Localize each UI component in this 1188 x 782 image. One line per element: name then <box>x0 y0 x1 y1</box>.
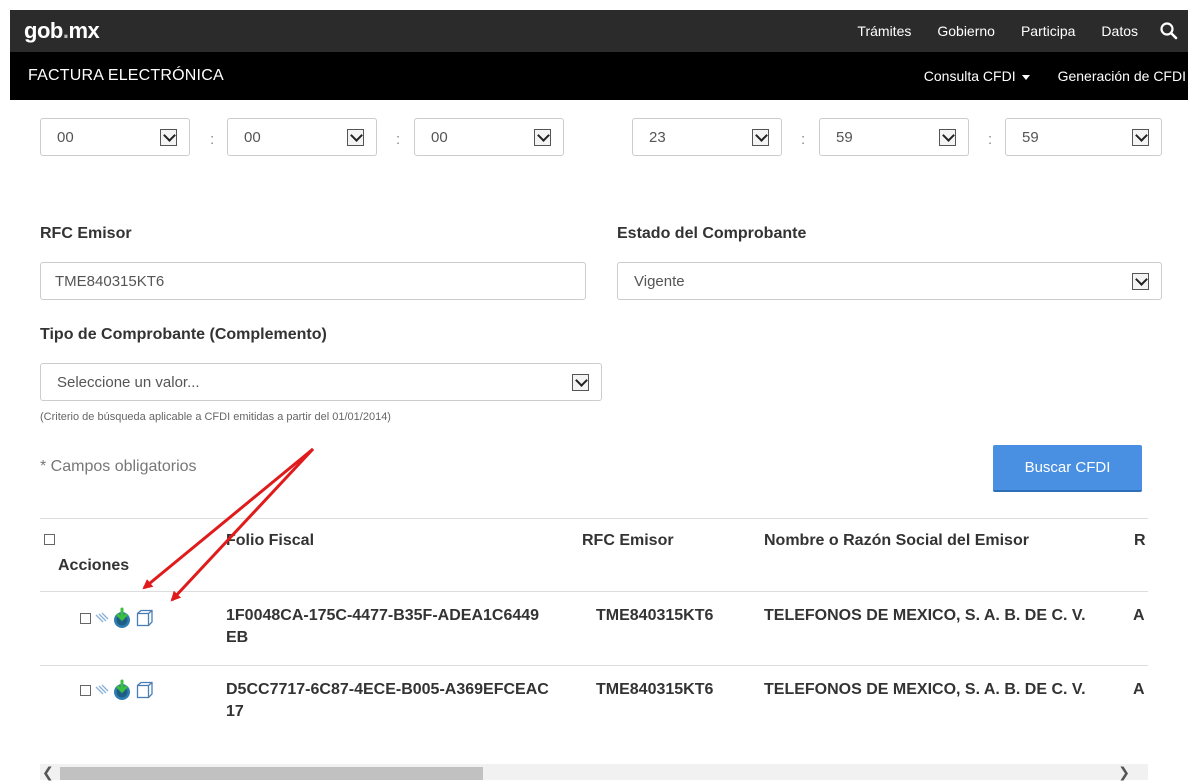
horizontal-scrollbar[interactable]: ❮ ❯ <box>40 764 1148 780</box>
nombre-emisor-cell: TELEFONOS DE MEXICO, S. A. B. DE C. V. <box>764 607 1086 624</box>
required-fields-note: * Campos obligatorios <box>40 458 197 475</box>
view-icon[interactable] <box>94 682 110 698</box>
sub-navbar: FACTURA ELECTRÓNICA Consulta CFDI Genera… <box>10 52 1188 100</box>
top-nav: Trámites Gobierno Participa Datos <box>857 10 1188 52</box>
folio-line-2: EB <box>226 629 249 646</box>
start-hour-select[interactable]: 00 <box>40 118 190 156</box>
folio-line-2: 17 <box>226 703 244 720</box>
gobmx-logo[interactable]: gob.mx <box>24 18 100 44</box>
tipo-comprobante-placeholder: Seleccione un valor... <box>57 374 200 391</box>
start-minute-select[interactable]: 00 <box>227 118 377 156</box>
end-hour-value: 23 <box>649 129 666 146</box>
search-icon[interactable] <box>1156 18 1182 44</box>
nombre-emisor-cell: TELEFONOS DE MEXICO, S. A. B. DE C. V. <box>764 681 1086 698</box>
start-second-select[interactable]: 00 <box>414 118 564 156</box>
next-column-cell: A <box>1133 681 1145 698</box>
arrow-right-icon[interactable]: ❯ <box>1118 764 1130 781</box>
chevron-down-icon <box>347 129 364 146</box>
tipo-comprobante-label: Tipo de Comprobante (Complemento) <box>40 326 327 343</box>
chevron-down-icon <box>572 374 589 391</box>
arrow-left-icon[interactable]: ❮ <box>42 764 54 781</box>
time-separator: : <box>210 131 215 148</box>
nav-datos[interactable]: Datos <box>1101 23 1138 39</box>
search-criteria-hint: (Criterio de búsqueda aplicable a CFDI e… <box>40 411 391 423</box>
chevron-down-icon <box>534 129 551 146</box>
rfc-emisor-input[interactable]: TME840315KT6 <box>40 262 586 300</box>
header-next-column: R <box>1134 532 1146 549</box>
rfc-emisor-cell: TME840315KT6 <box>596 681 714 698</box>
top-navbar: gob.mx Trámites Gobierno Participa Datos <box>10 10 1188 52</box>
sub-nav: Consulta CFDI Generación de CFDI <box>896 52 1188 100</box>
select-all-checkbox[interactable] <box>44 534 55 545</box>
time-separator: : <box>801 131 806 148</box>
folio-line-1: 1F0048CA-175C-4477-B35F-ADEA1C6449 <box>226 607 540 624</box>
chevron-down-icon <box>752 129 769 146</box>
generacion-cfdi-link[interactable]: Generación de CFDI <box>1058 68 1186 84</box>
chevron-down-icon <box>939 129 956 146</box>
start-minute-value: 00 <box>244 129 261 146</box>
folio-line-1: D5CC7717-6C87-4ECE-B005-A369EFCEAC <box>226 681 549 698</box>
folio-fiscal-cell[interactable]: 1F0048CA-175C-4477-B35F-ADEA1C6449 EB <box>226 605 539 649</box>
chevron-down-icon <box>1132 129 1149 146</box>
nav-participa[interactable]: Participa <box>1021 23 1075 39</box>
time-separator: : <box>988 131 993 148</box>
folio-fiscal-cell[interactable]: D5CC7717-6C87-4ECE-B005-A369EFCEAC 17 <box>226 679 549 723</box>
start-second-value: 00 <box>431 129 448 146</box>
chevron-down-icon <box>1132 273 1149 290</box>
estado-comprobante-select[interactable]: Vigente <box>617 262 1162 300</box>
rfc-emisor-label: RFC Emisor <box>40 225 132 242</box>
nav-gobierno[interactable]: Gobierno <box>937 23 995 39</box>
buscar-cfdi-button[interactable]: Buscar CFDI <box>993 445 1142 492</box>
row-checkbox[interactable] <box>80 684 91 696</box>
table-top-divider <box>40 518 1148 519</box>
end-second-select[interactable]: 59 <box>1005 118 1162 156</box>
chevron-down-icon <box>160 129 177 146</box>
logo-text-mx: mx <box>68 18 100 43</box>
caret-down-icon <box>1021 74 1030 80</box>
header-nombre-emisor: Nombre o Razón Social del Emisor <box>764 532 1029 549</box>
time-separator: : <box>396 131 401 148</box>
section-title: FACTURA ELECTRÓNICA <box>28 67 224 84</box>
end-second-value: 59 <box>1022 129 1039 146</box>
row-actions <box>80 679 155 701</box>
logo-text-gob: gob <box>24 18 63 43</box>
row-divider <box>40 665 1148 666</box>
end-minute-select[interactable]: 59 <box>819 118 969 156</box>
consulta-cfdi-menu[interactable]: Consulta CFDI <box>924 68 1030 84</box>
end-minute-value: 59 <box>836 129 853 146</box>
start-hour-value: 00 <box>57 129 74 146</box>
copy-icon[interactable] <box>135 680 155 700</box>
scrollbar-thumb[interactable] <box>60 767 483 780</box>
row-checkbox[interactable] <box>80 612 91 624</box>
header-folio-fiscal: Folio Fiscal <box>226 532 315 549</box>
download-icon[interactable] <box>111 679 133 701</box>
tipo-comprobante-select[interactable]: Seleccione un valor... <box>40 363 602 401</box>
row-actions <box>80 607 155 629</box>
rfc-emisor-cell: TME840315KT6 <box>596 607 714 624</box>
estado-comprobante-label: Estado del Comprobante <box>617 225 807 242</box>
next-column-cell: A <box>1133 607 1145 624</box>
end-hour-select[interactable]: 23 <box>632 118 782 156</box>
estado-comprobante-value: Vigente <box>634 273 685 290</box>
consulta-cfdi-label: Consulta CFDI <box>923 68 1016 84</box>
nav-tramites[interactable]: Trámites <box>857 23 911 39</box>
header-rfc-emisor: RFC Emisor <box>582 532 674 549</box>
table-header-divider <box>40 591 1148 592</box>
header-acciones: Acciones <box>58 557 130 574</box>
rfc-emisor-value: TME840315KT6 <box>55 273 165 290</box>
download-icon[interactable] <box>111 607 133 629</box>
view-icon[interactable] <box>94 610 110 626</box>
copy-icon[interactable] <box>135 608 155 628</box>
